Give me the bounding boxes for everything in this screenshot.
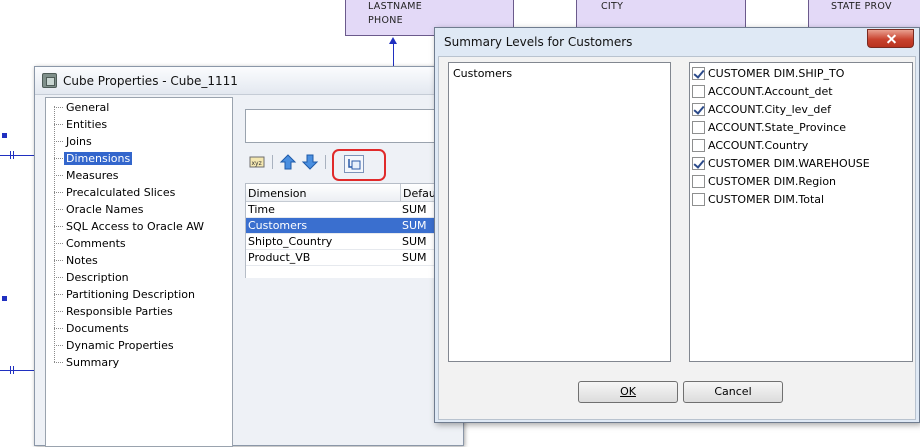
checkbox[interactable] — [692, 139, 705, 152]
cell-default: SUM — [402, 203, 427, 216]
table-row[interactable]: Shipto_Country SUM — [246, 234, 466, 250]
checkbox[interactable] — [692, 85, 705, 98]
toolbar-separator — [325, 155, 326, 169]
nav-item-joins[interactable]: Joins — [54, 134, 94, 149]
level-label: ACCOUNT.Account_det — [708, 85, 833, 98]
nav-item-partitioning-description[interactable]: Partitioning Description — [54, 287, 197, 302]
summary-levels-dialog: Summary Levels for Customers Customers C… — [434, 27, 920, 423]
close-icon[interactable] — [867, 29, 914, 48]
level-label: CUSTOMER DIM.Region — [708, 175, 837, 188]
ok-label: OK — [620, 385, 636, 398]
checkbox[interactable] — [692, 157, 705, 170]
dimension-list: Customers — [448, 62, 671, 362]
description-field[interactable] — [245, 109, 465, 143]
level-label: ACCOUNT.Country — [708, 139, 809, 152]
connector-arrow — [389, 37, 397, 44]
cell-dimension: Customers — [248, 219, 308, 232]
list-item[interactable]: Customers — [453, 67, 512, 80]
cell-default: SUM — [402, 251, 427, 264]
table-header: Dimension Default — [246, 184, 466, 202]
checkbox[interactable] — [692, 193, 705, 206]
connector-line — [393, 44, 394, 68]
entity-field: LASTNAME — [368, 1, 423, 12]
move-up-icon[interactable] — [279, 153, 297, 171]
checkbox[interactable] — [692, 121, 705, 134]
connector-marker — [13, 366, 14, 374]
connector-handle[interactable] — [2, 133, 7, 138]
level-label: ACCOUNT.State_Province — [708, 121, 846, 134]
property-nav-tree: General Entities Joins Dimensions Measur… — [45, 97, 233, 447]
level-label: CUSTOMER DIM.Total — [708, 193, 825, 206]
dimensions-panel: xyz Dimension Default Time SUM Customers… — [235, 97, 466, 447]
nav-item-dimensions[interactable]: Dimensions — [54, 151, 133, 166]
nav-item-description[interactable]: Description — [54, 270, 131, 285]
nav-item-comments[interactable]: Comments — [54, 236, 128, 251]
checkbox[interactable] — [692, 67, 705, 80]
connector-marker — [13, 151, 14, 159]
dimension-toolbar: xyz — [245, 149, 465, 181]
nav-item-general[interactable]: General — [54, 100, 111, 115]
table-row[interactable]: Product_VB SUM — [246, 250, 466, 266]
connector-line — [0, 370, 34, 371]
cube-properties-window: Cube Properties - Cube_1111 General Enti… — [34, 66, 466, 447]
window-title: Cube Properties - Cube_1111 — [63, 74, 238, 88]
connector-line — [0, 155, 34, 156]
table-row[interactable]: Time SUM — [246, 202, 466, 218]
checkbox[interactable] — [692, 103, 705, 116]
nav-item-documents[interactable]: Documents — [54, 321, 131, 336]
cell-dimension: Time — [248, 203, 275, 216]
nav-item-oracle-names[interactable]: Oracle Names — [54, 202, 145, 217]
connector-marker — [10, 151, 11, 159]
expression-icon[interactable]: xyz — [249, 153, 267, 171]
toolbar-separator — [272, 155, 273, 169]
entity-field: STATE PROV — [831, 1, 892, 12]
checkbox[interactable] — [692, 175, 705, 188]
cell-default: SUM — [402, 235, 427, 248]
dialog-body: Customers CUSTOMER DIM.SHIP_TO ACCOUNT.A… — [438, 56, 916, 420]
dimensions-table: Dimension Default Time SUM Customers SUM… — [245, 183, 466, 278]
cancel-button[interactable]: Cancel — [683, 381, 783, 403]
cell-default: SUM — [402, 219, 427, 232]
nav-item-measures[interactable]: Measures — [54, 168, 120, 183]
nav-item-precalculated-slices[interactable]: Precalculated Slices — [54, 185, 177, 200]
dialog-title: Summary Levels for Customers — [444, 35, 633, 49]
connector-handle[interactable] — [2, 296, 7, 301]
entity-field: CITY — [601, 1, 624, 12]
nav-item-sql-access[interactable]: SQL Access to Oracle AW — [54, 219, 206, 234]
move-down-icon[interactable] — [301, 153, 319, 171]
summary-levels-icon[interactable] — [344, 155, 364, 173]
level-label: CUSTOMER DIM.WAREHOUSE — [708, 157, 870, 170]
nav-item-entities[interactable]: Entities — [54, 117, 109, 132]
entity-field: PHONE — [368, 15, 403, 26]
levels-list: CUSTOMER DIM.SHIP_TO ACCOUNT.Account_det… — [689, 62, 913, 362]
cell-dimension: Shipto_Country — [248, 235, 333, 248]
table-row-selected[interactable]: Customers SUM — [246, 218, 466, 234]
connector-marker — [10, 366, 11, 374]
cube-icon — [42, 73, 57, 88]
level-label: CUSTOMER DIM.SHIP_TO — [708, 67, 845, 80]
svg-text:xyz: xyz — [252, 160, 262, 167]
cell-dimension: Product_VB — [248, 251, 311, 264]
nav-item-dynamic-properties[interactable]: Dynamic Properties — [54, 338, 176, 353]
nav-item-responsible-parties[interactable]: Responsible Parties — [54, 304, 175, 319]
column-header-dimension[interactable]: Dimension — [248, 187, 306, 200]
ok-button[interactable]: OK — [578, 381, 678, 403]
nav-item-summary[interactable]: Summary — [54, 355, 121, 370]
cancel-label: Cancel — [714, 385, 752, 398]
nav-item-notes[interactable]: Notes — [54, 253, 100, 268]
title-bar[interactable]: Cube Properties - Cube_1111 — [35, 67, 463, 95]
level-label: ACCOUNT.City_lev_def — [708, 103, 832, 116]
